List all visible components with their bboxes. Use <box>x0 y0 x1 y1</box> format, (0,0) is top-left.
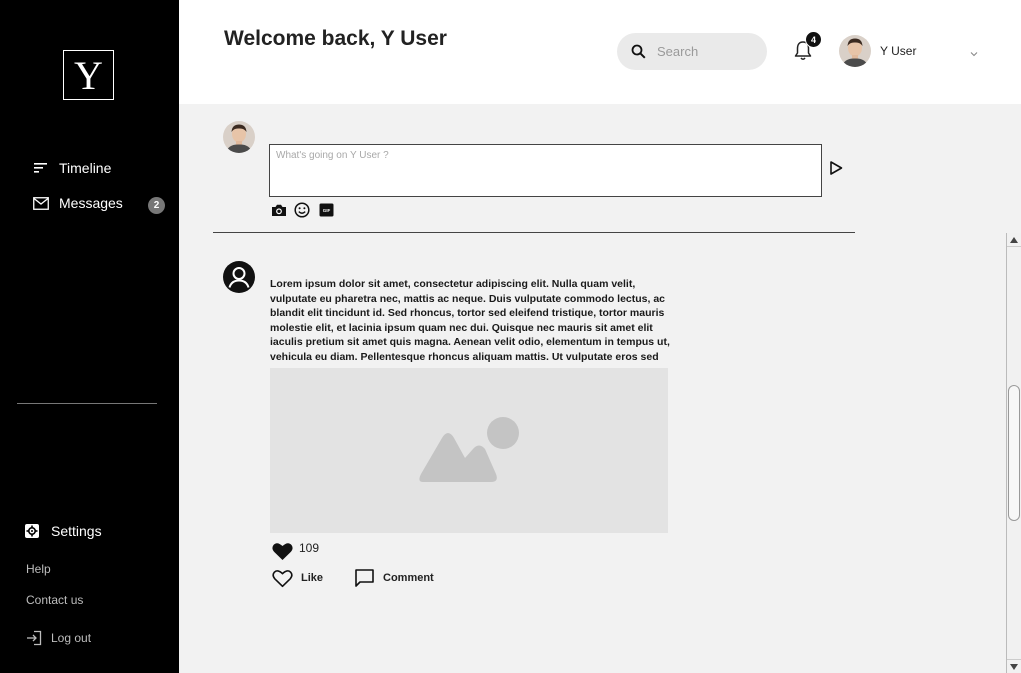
scroll-up-arrow-icon[interactable] <box>1007 233 1021 247</box>
app-logo[interactable]: Y <box>63 50 114 100</box>
feed-scrollbar[interactable] <box>1006 233 1021 673</box>
top-header: Welcome back, Y User 4 Y User <box>179 0 1021 104</box>
contact-us-link[interactable]: Contact us <box>26 593 83 607</box>
add-photo-button[interactable] <box>271 202 287 218</box>
sidebar-item-timeline[interactable]: Timeline <box>33 160 111 176</box>
sidebar-item-label: Timeline <box>59 160 112 176</box>
emoji-icon <box>294 202 310 218</box>
messages-count-badge: 2 <box>148 197 165 214</box>
settings-label: Settings <box>51 523 102 539</box>
notification-count-badge: 4 <box>805 31 822 48</box>
user-avatar[interactable] <box>839 35 871 67</box>
likes-count: 109 <box>299 541 320 555</box>
sidebar-item-messages[interactable]: Messages <box>33 195 123 211</box>
scrollbar-thumb[interactable] <box>1008 385 1020 521</box>
sidebar-divider <box>17 403 157 404</box>
user-name[interactable]: Y User <box>880 44 916 58</box>
post-image[interactable] <box>270 368 668 533</box>
search-icon <box>631 44 647 60</box>
send-icon <box>830 161 843 175</box>
logout-label: Log out <box>51 631 92 645</box>
add-emoji-button[interactable] <box>294 202 310 218</box>
settings-button[interactable]: Settings <box>25 523 102 539</box>
help-link[interactable]: Help <box>26 562 51 576</box>
page-title: Welcome back, Y User <box>224 27 447 50</box>
sidebar-item-label: Messages <box>59 195 123 211</box>
likes-heart-icon <box>272 541 293 561</box>
image-placeholder-icon <box>419 416 519 482</box>
comment-label: Comment <box>383 572 434 584</box>
chevron-down-icon[interactable] <box>969 46 979 57</box>
comment-icon <box>354 568 375 588</box>
post-author-avatar[interactable] <box>223 261 255 293</box>
send-button[interactable] <box>829 160 843 176</box>
feed-divider <box>213 232 855 233</box>
search-box[interactable] <box>617 33 767 70</box>
heart-outline-icon <box>272 568 293 588</box>
post-composer-input[interactable] <box>269 144 822 197</box>
sidebar: Y Timeline Messages 2 Settings Help Cont… <box>0 0 179 673</box>
gear-icon <box>25 524 39 538</box>
logout-icon <box>26 630 42 646</box>
scroll-down-arrow-icon[interactable] <box>1007 659 1021 673</box>
composer-avatar <box>223 121 255 153</box>
svg-text:GIF: GIF <box>322 208 330 213</box>
gif-icon: GIF <box>319 203 333 217</box>
post-text: Lorem ipsum dolor sit amet, consectetur … <box>270 278 670 367</box>
comment-button[interactable]: Comment <box>354 568 434 588</box>
like-button[interactable]: Like <box>272 568 323 588</box>
like-label: Like <box>301 572 324 584</box>
sort-lines-icon <box>33 160 49 176</box>
logout-button[interactable]: Log out <box>26 630 91 646</box>
mail-icon <box>33 195 49 211</box>
search-input[interactable] <box>657 44 747 59</box>
camera-icon <box>272 204 286 216</box>
add-gif-button[interactable]: GIF <box>318 202 334 218</box>
user-silhouette-icon <box>223 261 255 293</box>
